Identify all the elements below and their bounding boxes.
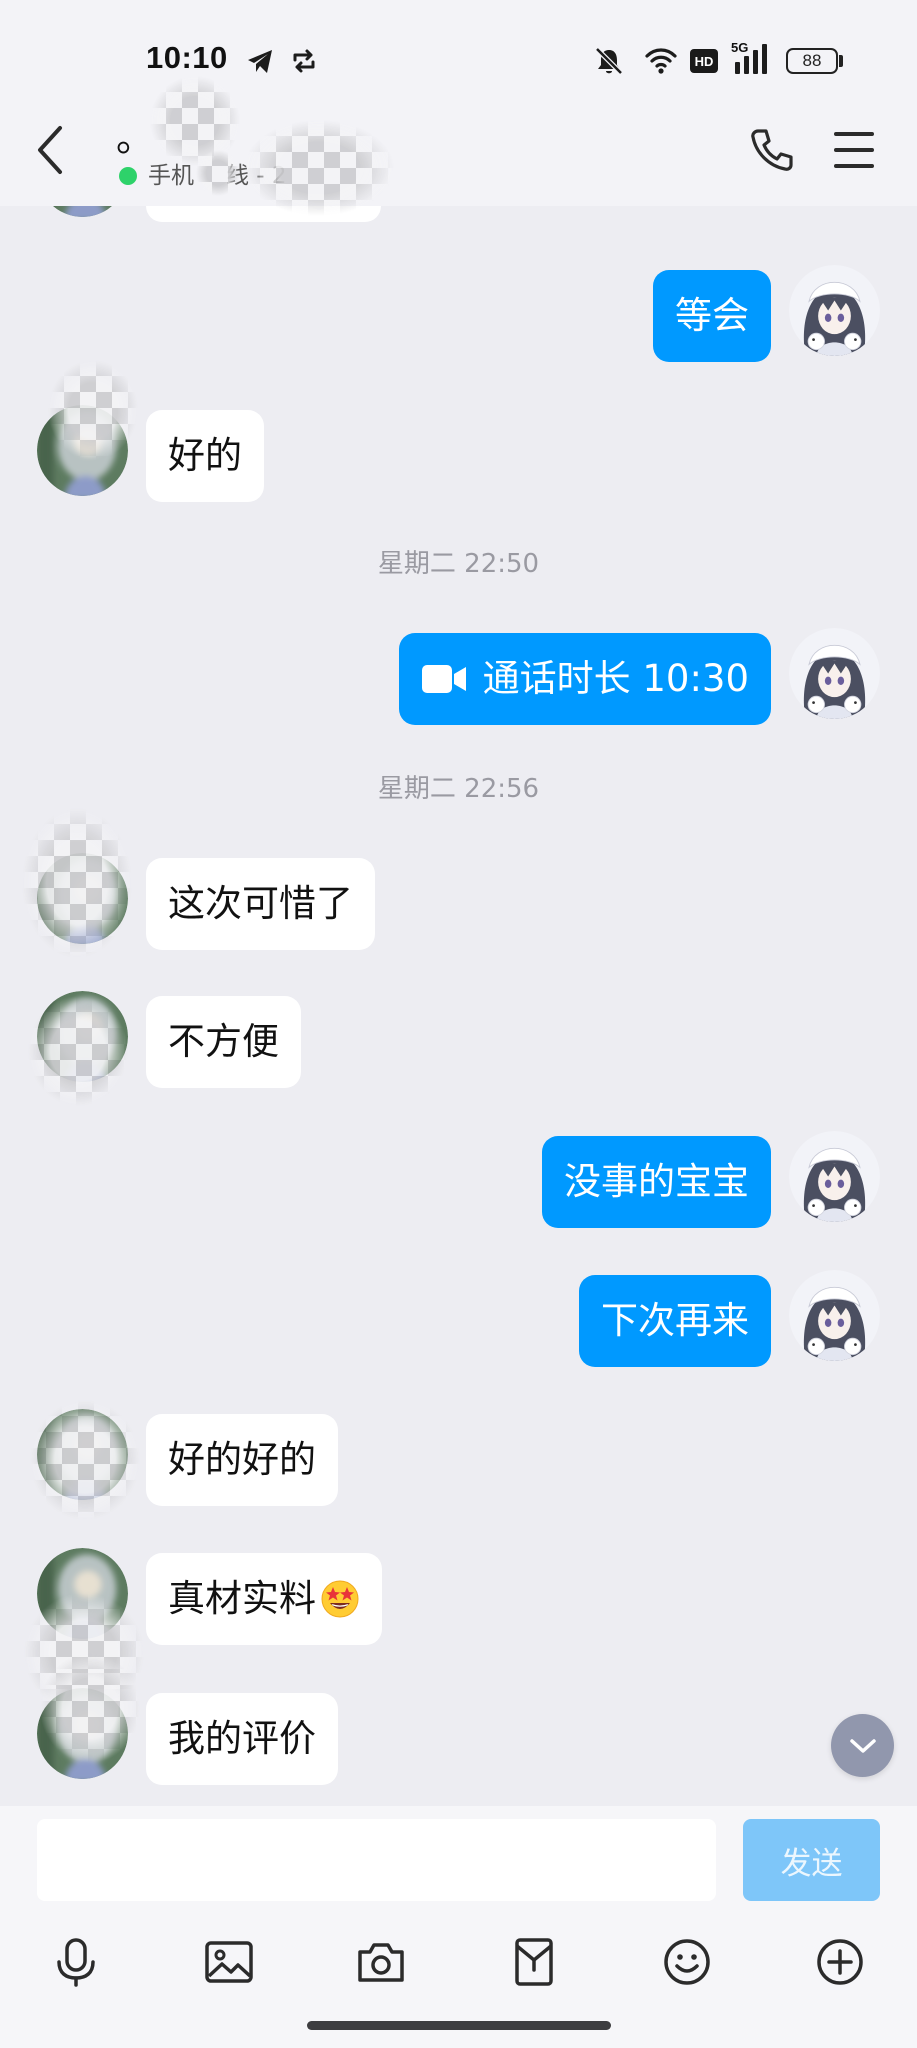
- contact-avatar[interactable]: [37, 991, 128, 1082]
- message-row: 我的评价: [0, 1653, 917, 1785]
- plus-circle-icon: [817, 1939, 863, 1985]
- message-text: 没事的宝宝: [564, 1160, 749, 1203]
- received-message-bubble[interactable]: 我的评价: [146, 1693, 338, 1785]
- battery-nub: [839, 55, 843, 67]
- emoji-button[interactable]: [661, 1936, 713, 1988]
- contact-avatar[interactable]: [37, 1688, 128, 1779]
- message-row: 通话时长 10:30: [0, 633, 917, 725]
- my-avatar[interactable]: [789, 628, 880, 719]
- star-struck-emoji-icon: [321, 1580, 359, 1618]
- message-text: 等会: [675, 294, 749, 337]
- red-packet-icon: [515, 1938, 553, 1986]
- bell-off-icon: [595, 47, 623, 75]
- message-row: 好的好的: [0, 1400, 917, 1520]
- message-row: 等会: [0, 270, 917, 362]
- my-avatar[interactable]: [789, 265, 880, 356]
- phone-icon[interactable]: [748, 126, 796, 174]
- signal-icon: [735, 44, 767, 74]
- received-message-bubble[interactable]: 好的: [146, 410, 264, 502]
- sent-message-bubble[interactable]: 等会: [653, 270, 771, 362]
- chevron-down-icon: [849, 1738, 876, 1753]
- emoji-icon: [664, 1939, 710, 1985]
- redaction-mosaic: [150, 76, 240, 166]
- message-row: 真材实料: [0, 1553, 917, 1713]
- presence-text-suffix: 线 - 2: [226, 163, 287, 189]
- telegram-icon: [248, 50, 272, 73]
- received-message-bubble[interactable]: 不方便: [146, 996, 301, 1088]
- message-row: 好的: [0, 360, 917, 502]
- my-avatar[interactable]: [789, 1131, 880, 1222]
- timestamp: 星期二 22:50: [377, 549, 540, 579]
- sent-message-bubble[interactable]: 没事的宝宝: [542, 1136, 771, 1228]
- message-row: 这次可惜了: [0, 808, 917, 958]
- image-icon: [205, 1941, 253, 1983]
- my-avatar[interactable]: [789, 1270, 880, 1361]
- red-packet-button[interactable]: [508, 1936, 560, 1988]
- video-call-bubble[interactable]: 通话时长 10:30: [398, 633, 771, 725]
- composer-bar: 发送: [0, 1806, 917, 2048]
- microphone-icon: [57, 1938, 95, 1987]
- message-text: 这次可惜了: [168, 882, 353, 925]
- sync-icon: [293, 49, 315, 73]
- message-text: 我的评价: [168, 1717, 316, 1760]
- contact-avatar[interactable]: [37, 405, 128, 496]
- message-text: 好的: [168, 434, 242, 477]
- contact-name[interactable]: 。: [116, 118, 154, 158]
- camera-icon: [358, 1943, 404, 1982]
- message-text: 好的好的: [168, 1438, 316, 1481]
- received-message-bubble[interactable]: 真材实料: [146, 1553, 382, 1645]
- top-bar: 10:10 HD 5G 88 。 手机 线 - 2: [0, 0, 917, 216]
- home-indicator[interactable]: [307, 2021, 611, 2030]
- message-text: 下次再来: [601, 1299, 749, 1342]
- online-status-dot: [119, 167, 137, 185]
- sent-message-bubble[interactable]: 下次再来: [579, 1275, 771, 1367]
- message-text: 真材实料: [168, 1577, 316, 1620]
- back-chevron-icon[interactable]: [30, 122, 70, 178]
- received-message-bubble[interactable]: 好的好的: [146, 1414, 338, 1506]
- voice-button[interactable]: [50, 1936, 102, 1988]
- send-button[interactable]: 发送: [743, 1819, 880, 1901]
- status-time: 10:10: [146, 40, 228, 75]
- message-row: 下次再来: [0, 1275, 917, 1367]
- presence-text-prefix: 手机: [148, 163, 194, 189]
- contact-avatar[interactable]: [37, 1409, 128, 1500]
- camera-button[interactable]: [355, 1936, 407, 1988]
- contact-avatar[interactable]: [37, 853, 128, 944]
- message-text: 不方便: [168, 1020, 279, 1063]
- album-button[interactable]: [203, 1936, 255, 1988]
- menu-icon[interactable]: [834, 131, 874, 169]
- call-duration-text: 通话时长 10:30: [482, 657, 749, 700]
- scroll-to-bottom-button[interactable]: [831, 1714, 894, 1777]
- more-button[interactable]: [814, 1936, 866, 1988]
- message-row: 不方便: [0, 996, 917, 1106]
- battery-icon: 88: [786, 48, 838, 74]
- hd-badge: HD: [690, 49, 718, 73]
- received-message-bubble[interactable]: 这次可惜了: [146, 858, 375, 950]
- contact-avatar[interactable]: [37, 1548, 128, 1639]
- message-row: 没事的宝宝: [0, 1136, 917, 1228]
- message-input[interactable]: [37, 1819, 716, 1901]
- timestamp: 星期二 22:56: [377, 774, 540, 804]
- video-camera-icon: [421, 665, 466, 693]
- wifi-icon: [645, 48, 677, 74]
